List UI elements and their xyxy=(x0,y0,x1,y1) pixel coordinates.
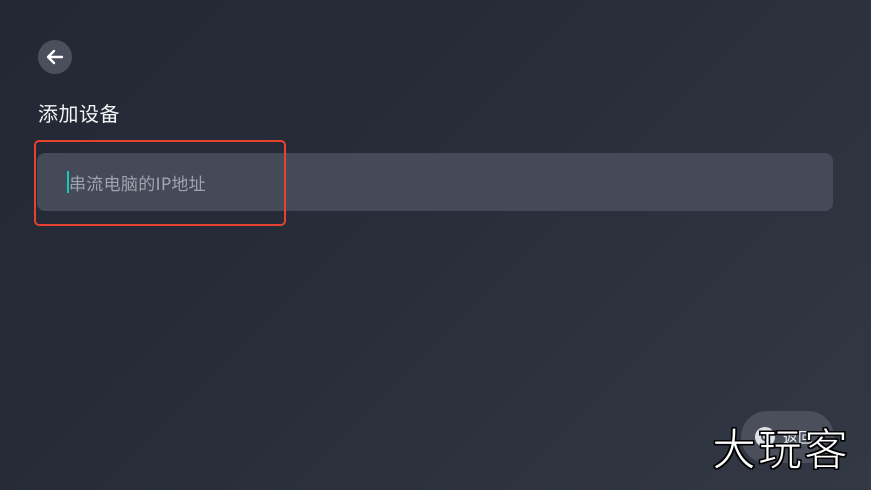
page-title: 添加设备 xyxy=(38,102,120,126)
back-button[interactable] xyxy=(38,40,72,74)
arrow-left-icon xyxy=(46,49,64,65)
ip-address-input[interactable]: 串流电脑的IP地址 xyxy=(37,153,833,211)
ip-address-placeholder: 串流电脑的IP地址 xyxy=(69,174,206,195)
watermark: 大玩客 xyxy=(712,425,850,477)
